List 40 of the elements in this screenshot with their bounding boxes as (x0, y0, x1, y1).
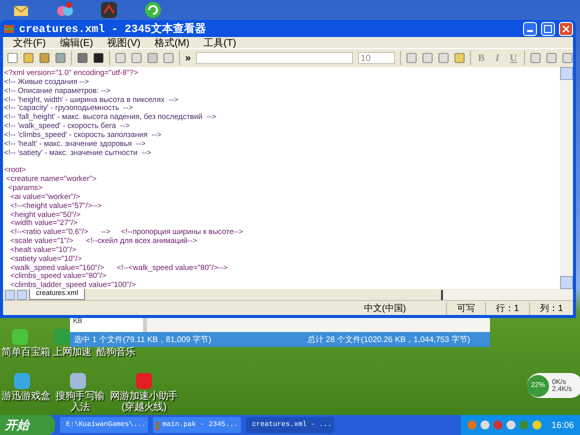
desktop-icon-label[interactable]: 上网加速 (52, 347, 92, 358)
status-text: 总计 28 个文件(1020.26 KB，1,044,753 字节) (308, 334, 470, 345)
maximize-icon (544, 24, 552, 32)
app-icon (156, 420, 160, 430)
app-icon (3, 22, 15, 34)
status-text: 中文(中国) (362, 302, 407, 314)
close-button[interactable] (559, 22, 573, 36)
menu-item[interactable]: 工具(T) (203, 36, 236, 50)
menu-item[interactable]: 格式(M) (154, 36, 190, 50)
shortcut-icon[interactable] (100, 1, 118, 19)
font-size-dropdown[interactable]: 10 (358, 52, 395, 64)
clock: 16:06 (551, 420, 574, 430)
menu-item[interactable]: 视图(V) (107, 36, 140, 50)
status-text: 可写 (446, 302, 485, 314)
refresh-icon[interactable] (144, 1, 162, 19)
close-icon (562, 24, 570, 32)
app-icon[interactable] (70, 373, 86, 389)
desktop-icon-label[interactable]: 网游加速小助手(穿越火线) (108, 391, 180, 413)
start-button[interactable]: 开始 (0, 415, 55, 435)
format-button[interactable]: U (508, 52, 519, 64)
status-text: 行：1 (484, 302, 529, 314)
status-text: 选中 1 个文件(79.11 KB，81,009 字节) (74, 334, 212, 345)
minimize-button[interactable] (523, 22, 537, 36)
shortcut-icon[interactable] (56, 1, 74, 19)
format-button[interactable]: B (476, 52, 487, 64)
desktop-icon-label[interactable]: 简单百宝箱 (0, 347, 52, 358)
desktop-icon-label[interactable]: 游迅游戏盒 (0, 391, 52, 402)
format-button[interactable]: I (492, 52, 503, 64)
scrollbar[interactable] (143, 318, 490, 332)
tray-icon[interactable] (532, 420, 542, 430)
status-text: 列：1 (528, 302, 573, 314)
menu-item[interactable]: 文件(F) (13, 36, 46, 50)
maximize-button[interactable] (541, 22, 555, 36)
desktop-icon-label[interactable]: 酷狗音乐 (94, 347, 138, 358)
tray-icon[interactable] (480, 420, 490, 430)
desktop-icon-label[interactable]: 搜狗手写输入法 (54, 391, 106, 413)
toolbar-overflow[interactable]: » (185, 52, 191, 64)
tray-icon[interactable] (506, 420, 516, 430)
menu-item[interactable]: 编辑(E) (60, 36, 94, 50)
window-title: creatures.xml - 2345文本查看器 (19, 22, 208, 36)
